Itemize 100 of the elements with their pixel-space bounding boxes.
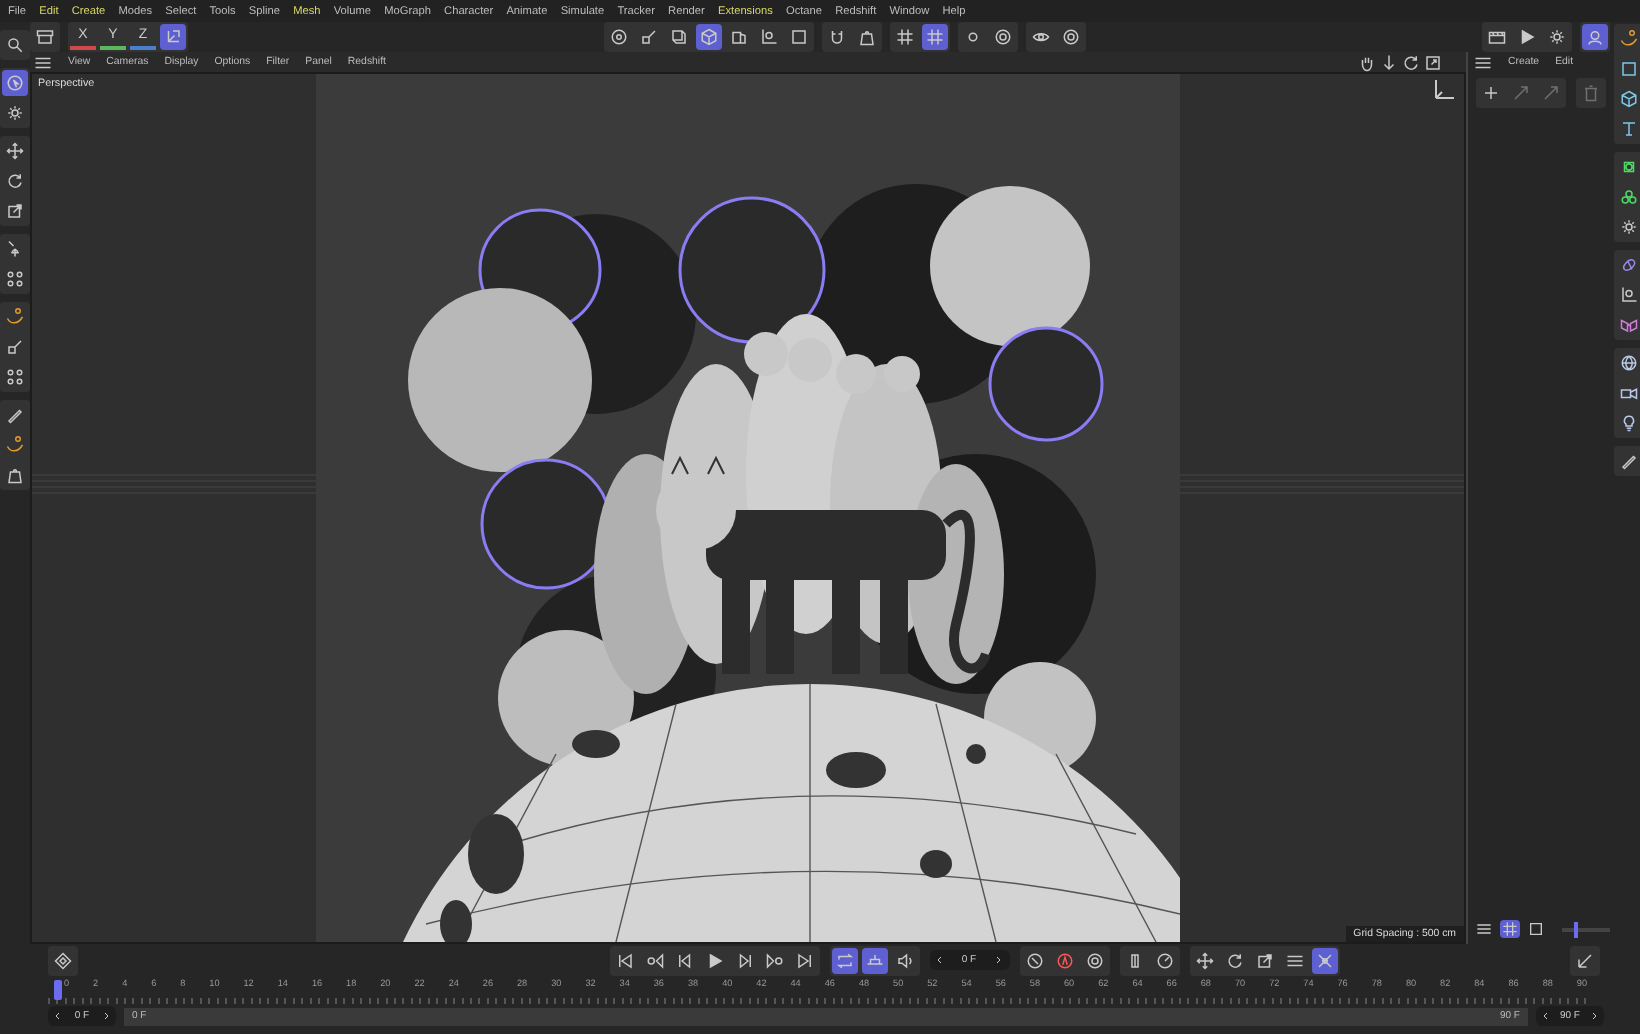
cube-button[interactable] xyxy=(1616,86,1640,112)
gear-icon xyxy=(1620,218,1638,236)
square-button[interactable] xyxy=(1526,920,1546,938)
move-button[interactable] xyxy=(2,138,28,164)
rotate-icon[interactable] xyxy=(1402,53,1420,71)
spline-button[interactable] xyxy=(1616,26,1640,52)
texture-icon xyxy=(730,28,748,46)
points-icon xyxy=(6,368,24,386)
edge-icon xyxy=(6,338,24,356)
ring-button[interactable] xyxy=(990,24,1016,50)
polygon-icon xyxy=(670,28,688,46)
spline-icon xyxy=(1620,30,1638,48)
gauge-icon xyxy=(1155,951,1173,969)
menu-icon xyxy=(1474,53,1492,71)
spline-icon xyxy=(6,308,24,326)
tangent-button[interactable] xyxy=(1311,947,1337,973)
square-icon xyxy=(790,28,808,46)
edge-icon xyxy=(640,28,658,46)
scale-button[interactable] xyxy=(2,198,28,224)
maximize-icon[interactable] xyxy=(1424,53,1442,71)
spline-button[interactable] xyxy=(2,432,28,458)
points-icon xyxy=(6,270,24,288)
last-icon xyxy=(795,951,813,969)
trash-icon xyxy=(1582,84,1600,102)
rotate-icon xyxy=(1225,951,1243,969)
points-button[interactable] xyxy=(2,364,28,390)
square-button[interactable] xyxy=(1616,56,1640,82)
panel-icon xyxy=(36,28,54,46)
move-button[interactable] xyxy=(1191,947,1217,973)
edge-button[interactable] xyxy=(2,334,28,360)
square-icon xyxy=(1620,60,1638,78)
user-icon xyxy=(1586,28,1604,46)
loop-button[interactable] xyxy=(831,947,857,973)
edge-button[interactable] xyxy=(636,24,662,50)
diamond-button[interactable] xyxy=(50,947,76,973)
arrow-icon xyxy=(1512,84,1530,102)
grid-button[interactable] xyxy=(922,24,948,50)
ring-icon xyxy=(994,28,1012,46)
ring-button[interactable] xyxy=(1058,24,1084,50)
panel-button[interactable] xyxy=(32,24,58,50)
spline-button[interactable] xyxy=(2,304,28,330)
list-button[interactable] xyxy=(1474,920,1494,938)
gear-icon xyxy=(1548,28,1566,46)
cluster-button[interactable] xyxy=(1616,184,1640,210)
rotate-icon xyxy=(6,172,24,190)
next-icon xyxy=(735,951,753,969)
hand-icon[interactable] xyxy=(1358,53,1376,71)
light-icon xyxy=(1620,414,1638,432)
cube-icon xyxy=(700,28,718,46)
text-icon xyxy=(1620,120,1638,138)
select-icon xyxy=(6,74,24,92)
square-icon xyxy=(1528,920,1544,938)
search-icon xyxy=(6,36,24,54)
user-button[interactable] xyxy=(1582,24,1608,50)
cluster-icon xyxy=(1620,188,1638,206)
nextkey-icon xyxy=(765,951,783,969)
cube-button[interactable] xyxy=(696,24,722,50)
scale-icon xyxy=(1255,951,1273,969)
grid-icon xyxy=(896,28,914,46)
search-button[interactable] xyxy=(2,32,28,58)
first-icon xyxy=(615,951,633,969)
point-button[interactable] xyxy=(606,24,632,50)
grid-icon xyxy=(1502,920,1518,938)
capsule-icon xyxy=(1125,951,1143,969)
range-icon xyxy=(865,951,883,969)
autokey-icon xyxy=(1055,951,1073,969)
weight-icon xyxy=(6,466,24,484)
list-icon xyxy=(1476,920,1492,938)
globe-button[interactable] xyxy=(1616,350,1640,376)
square-button[interactable] xyxy=(786,24,812,50)
polygon-button[interactable] xyxy=(666,24,692,50)
grid-button[interactable] xyxy=(892,24,918,50)
down-icon[interactable] xyxy=(1380,53,1398,71)
axis-icon xyxy=(1620,286,1638,304)
diamond-icon xyxy=(54,951,72,969)
gear-button[interactable] xyxy=(1616,214,1640,240)
ring-icon xyxy=(1085,951,1103,969)
magnet-icon xyxy=(828,28,846,46)
range-button[interactable] xyxy=(861,947,887,973)
brush-icon xyxy=(1620,452,1638,470)
axis-button[interactable] xyxy=(1616,282,1640,308)
prev-icon xyxy=(675,951,693,969)
coordinates-button[interactable] xyxy=(160,24,186,50)
points-button[interactable] xyxy=(2,266,28,292)
grid-button[interactable] xyxy=(1500,920,1520,938)
film-icon xyxy=(1488,28,1506,46)
list-icon xyxy=(1285,951,1303,969)
loop-icon xyxy=(835,951,853,969)
gear-button[interactable] xyxy=(1544,24,1570,50)
record-icon xyxy=(1025,951,1043,969)
weight-icon xyxy=(858,28,876,46)
play-icon xyxy=(1518,28,1536,46)
play-icon xyxy=(705,951,723,969)
move-icon xyxy=(1195,951,1213,969)
menu-icon xyxy=(34,53,52,71)
gear-button[interactable] xyxy=(2,100,28,126)
spline-icon xyxy=(6,436,24,454)
select-button[interactable] xyxy=(2,70,28,96)
coordinates-icon xyxy=(164,28,182,46)
axis-button[interactable] xyxy=(756,24,782,50)
